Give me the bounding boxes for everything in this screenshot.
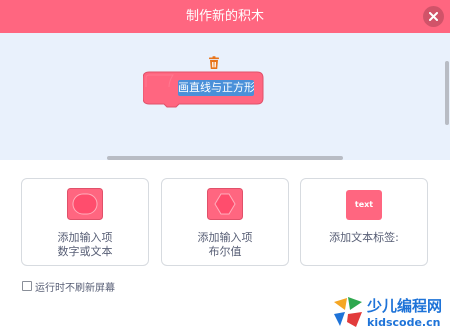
checkbox-label: 运行时不刷新屏幕 bbox=[35, 282, 115, 294]
dialog-title: 制作新的积木 bbox=[185, 9, 264, 24]
diamond-input-icon bbox=[207, 188, 243, 220]
text-label-icon: text bbox=[346, 190, 382, 220]
vertical-scrollbar[interactable] bbox=[445, 61, 449, 125]
watermark-url: kidscode.cn bbox=[367, 316, 441, 329]
add-text-label-button[interactable]: text 添加文本标签: bbox=[300, 178, 428, 266]
horizontal-scrollbar[interactable] bbox=[107, 156, 343, 160]
dialog-header: 制作新的积木 bbox=[0, 0, 450, 33]
round-input-icon bbox=[67, 188, 103, 220]
trash-icon[interactable] bbox=[207, 56, 221, 70]
close-button[interactable] bbox=[423, 6, 444, 27]
watermark: 少儿编程网 kidscode.cn bbox=[330, 292, 450, 333]
option-sublabel: 布尔值 bbox=[208, 245, 242, 258]
run-without-refresh-checkbox[interactable]: 运行时不刷新屏幕 bbox=[22, 279, 115, 294]
block-name-input[interactable]: 画直线与正方形 bbox=[178, 80, 254, 96]
watermark-logo-icon bbox=[334, 297, 362, 327]
checkbox-box[interactable] bbox=[22, 281, 32, 291]
add-boolean-input-button[interactable]: 添加输入项 布尔值 bbox=[161, 178, 289, 266]
option-sublabel: 数字或文本 bbox=[57, 245, 113, 258]
block-editor-canvas[interactable]: 画直线与正方形 bbox=[0, 33, 450, 160]
add-number-text-input-button[interactable]: 添加输入项 数字或文本 bbox=[21, 178, 149, 266]
option-label: 添加文本标签: bbox=[329, 231, 399, 244]
close-icon bbox=[429, 12, 438, 21]
watermark-text: 少儿编程网 bbox=[367, 297, 443, 315]
